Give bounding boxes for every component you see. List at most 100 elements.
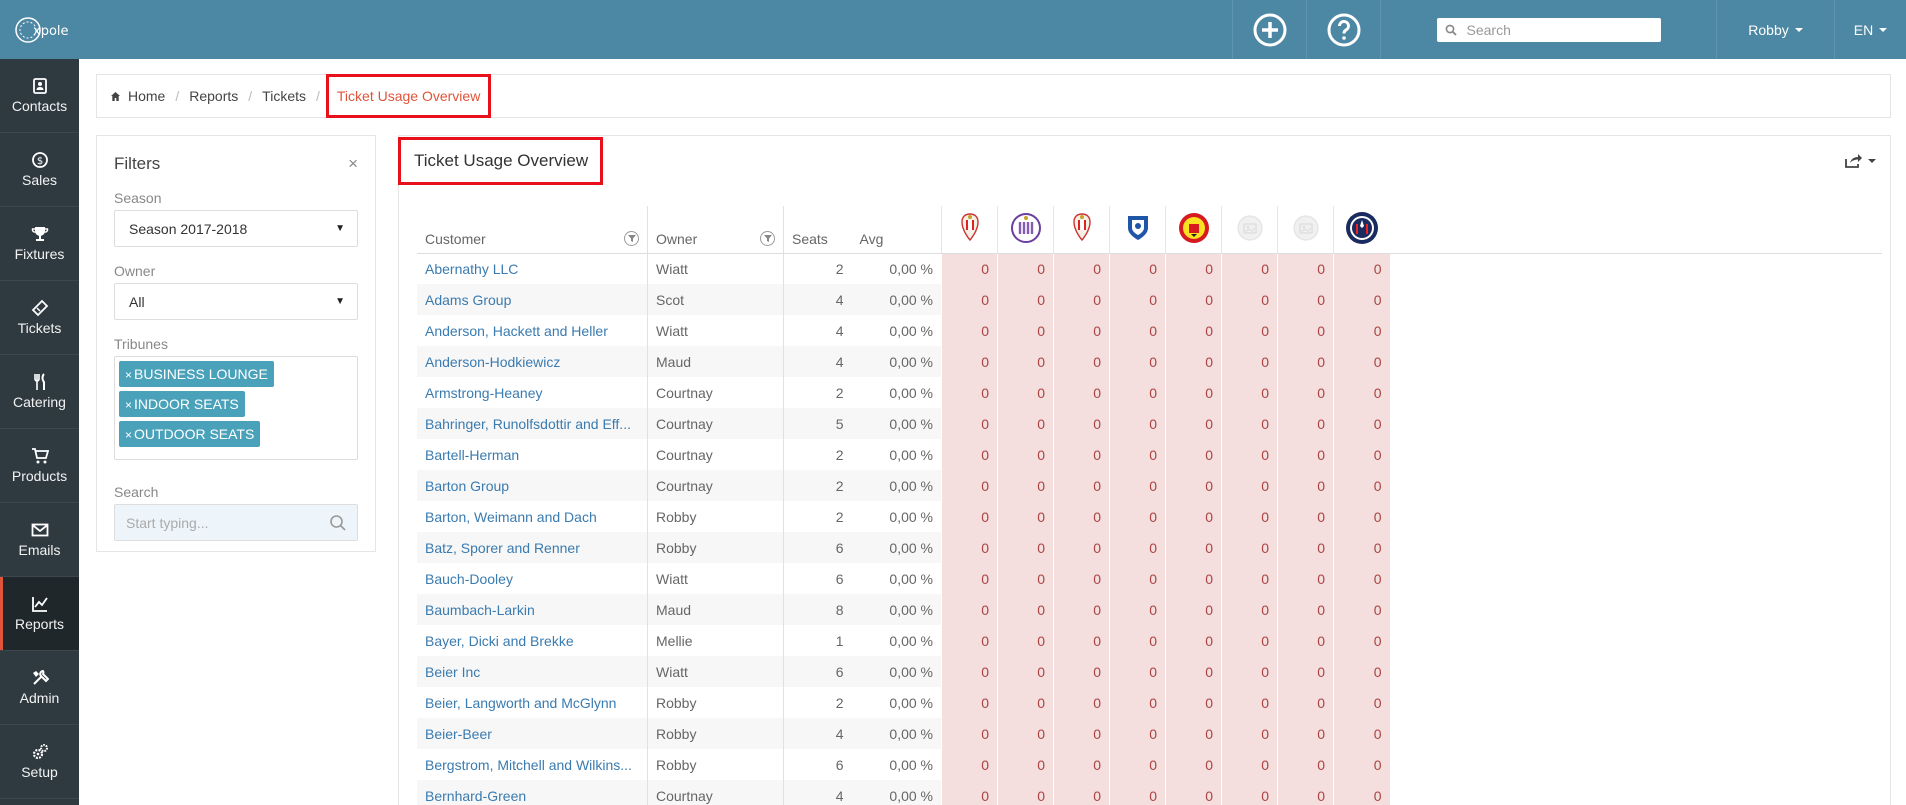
column-header-avg[interactable]: Avg <box>851 206 942 254</box>
customer-cell[interactable]: Beier Inc <box>417 656 648 687</box>
language-code: EN <box>1853 21 1874 38</box>
filter-icon[interactable] <box>760 230 775 246</box>
tribune-tag[interactable]: × INDOOR SEATS <box>119 391 245 417</box>
owner-cell: Robby <box>647 687 784 718</box>
customer-link[interactable]: Bergstrom, Mitchell and Wilkins... <box>425 757 639 773</box>
column-header-seats[interactable]: Seats <box>783 206 852 254</box>
season-select[interactable]: Season 2017-2018 ▼ <box>114 210 358 247</box>
remove-tag-icon[interactable]: × <box>125 428 132 442</box>
sidebar-item-emails[interactable]: Emails <box>0 503 79 577</box>
customer-link[interactable]: Abernathy LLC <box>425 261 639 277</box>
customer-link[interactable]: Bauch-Dooley <box>425 571 639 587</box>
customer-link[interactable]: Barton Group <box>425 478 639 494</box>
avg-cell: 0,00 % <box>889 632 933 649</box>
customer-cell[interactable]: Anderson, Hackett and Heller <box>417 315 648 346</box>
remove-tag-icon[interactable]: × <box>125 368 132 382</box>
customer-link[interactable]: Batz, Sporer and Renner <box>425 540 639 556</box>
tools-icon <box>32 669 49 685</box>
customer-cell[interactable]: Barton Group <box>417 470 648 501</box>
app-logo[interactable]: xpole <box>0 0 79 59</box>
global-search: Search <box>1380 0 1716 59</box>
customer-cell[interactable]: Beier-Beer <box>417 718 648 749</box>
customer-cell[interactable]: Baumbach-Larkin <box>417 594 648 625</box>
usage-cell: 0 <box>1053 253 1110 284</box>
customer-link[interactable]: Armstrong-Heaney <box>425 385 639 401</box>
sidebar-item-products[interactable]: Products <box>0 429 79 503</box>
chevron-down-icon <box>1794 27 1803 32</box>
customer-cell[interactable]: Bayer, Dicki and Brekke <box>417 625 648 656</box>
customer-cell[interactable]: Bartell-Herman <box>417 439 648 470</box>
column-header-match-3[interactable] <box>1053 206 1110 254</box>
customer-cell[interactable]: Bergstrom, Mitchell and Wilkins... <box>417 749 648 780</box>
manchester-united-crest-icon <box>1178 212 1209 243</box>
usage-cell: 0 <box>1053 718 1110 749</box>
column-header-match-1[interactable] <box>941 206 998 254</box>
customer-cell[interactable]: Anderson-Hodkiewicz <box>417 346 648 377</box>
sidebar-item-setup[interactable]: Setup <box>0 725 79 799</box>
add-button[interactable] <box>1232 0 1306 59</box>
customer-cell[interactable]: Beier, Langworth and McGlynn <box>417 687 648 718</box>
column-header-customer[interactable]: Customer <box>417 206 648 254</box>
column-header-owner[interactable]: Owner <box>647 206 784 254</box>
owner-select[interactable]: All ▼ <box>114 283 358 320</box>
customer-link[interactable]: Beier-Beer <box>425 726 639 742</box>
tribune-tag[interactable]: × OUTDOOR SEATS <box>119 421 261 447</box>
column-header-match-6[interactable] <box>1221 206 1278 254</box>
customer-link[interactable]: Anderson, Hackett and Heller <box>425 323 639 339</box>
customer-link[interactable]: Barton, Weimann and Dach <box>425 509 639 525</box>
tribunes-multiselect[interactable]: × BUSINESS LOUNGE × INDOOR SEATS × OUTDOOR … <box>114 356 358 460</box>
sidebar-item-fixtures[interactable]: Fixtures <box>0 207 79 281</box>
customer-cell[interactable]: Batz, Sporer and Renner <box>417 532 648 563</box>
global-search-placeholder: Search <box>1466 21 1511 38</box>
column-header-match-8[interactable] <box>1333 206 1390 254</box>
column-header-match-2[interactable] <box>997 206 1054 254</box>
filter-search-input[interactable]: Start typing... <box>114 504 358 541</box>
language-menu[interactable]: EN <box>1834 0 1906 59</box>
gears-icon <box>32 744 48 760</box>
breadcrumb-home[interactable]: Home <box>128 88 165 104</box>
customer-cell[interactable]: Bahringer, Runolfsdottir and Eff... <box>417 408 648 439</box>
customer-cell[interactable]: Bauch-Dooley <box>417 563 648 594</box>
customer-link[interactable]: Bayer, Dicki and Brekke <box>425 633 639 649</box>
row-spacer <box>1389 315 1882 346</box>
breadcrumb-tickets[interactable]: Tickets <box>262 88 306 104</box>
customer-cell[interactable]: Abernathy LLC <box>417 253 648 284</box>
user-name: Robby <box>1748 21 1789 38</box>
sidebar-item-tickets[interactable]: Tickets <box>0 281 79 355</box>
sidebar-item-contacts[interactable]: Contacts <box>0 59 79 133</box>
customer-cell[interactable]: Adams Group <box>417 284 648 315</box>
customer-link[interactable]: Beier, Langworth and McGlynn <box>425 695 639 711</box>
customer-cell[interactable]: Barton, Weimann and Dach <box>417 501 648 532</box>
usage-cell: 0 <box>1109 377 1166 408</box>
sidebar-item-admin[interactable]: Admin <box>0 651 79 725</box>
tribune-tag[interactable]: × BUSINESS LOUNGE <box>119 361 274 387</box>
sidebar-item-catering[interactable]: Catering <box>0 355 79 429</box>
usage-cell: 0 <box>1333 470 1390 501</box>
search-label: Search <box>114 484 159 500</box>
breadcrumb-reports[interactable]: Reports <box>189 88 238 104</box>
filter-icon[interactable] <box>624 230 639 246</box>
column-header-match-7[interactable] <box>1277 206 1334 254</box>
column-header-match-4[interactable] <box>1109 206 1166 254</box>
customer-cell[interactable]: Bernhard-Green <box>417 780 648 805</box>
global-search-input[interactable]: Search <box>1436 17 1661 42</box>
table-row: Anderson-Hodkiewicz Maud 4 0,00 % 0 0 0 0 0 0 0 0 <box>417 346 1882 377</box>
help-button[interactable] <box>1306 0 1380 59</box>
customer-link[interactable]: Bartell-Herman <box>425 447 639 463</box>
customer-cell[interactable]: Armstrong-Heaney <box>417 377 648 408</box>
customer-link[interactable]: Baumbach-Larkin <box>425 602 639 618</box>
export-button[interactable] <box>1844 153 1876 169</box>
sidebar-item-reports[interactable]: Reports <box>0 577 79 651</box>
customer-link[interactable]: Anderson-Hodkiewicz <box>425 354 639 370</box>
customer-link[interactable]: Beier Inc <box>425 664 639 680</box>
usage-cell: 0 <box>997 687 1054 718</box>
user-menu[interactable]: Robby <box>1716 0 1834 59</box>
customer-link[interactable]: Adams Group <box>425 292 639 308</box>
remove-tag-icon[interactable]: × <box>125 398 132 412</box>
column-header-match-5[interactable] <box>1165 206 1222 254</box>
customer-link[interactable]: Bahringer, Runolfsdottir and Eff... <box>425 416 639 432</box>
close-icon[interactable]: × <box>348 154 358 174</box>
sidebar-item-sales[interactable]: $ Sales <box>0 133 79 207</box>
usage-cell: 0 <box>997 656 1054 687</box>
customer-link[interactable]: Bernhard-Green <box>425 788 639 804</box>
